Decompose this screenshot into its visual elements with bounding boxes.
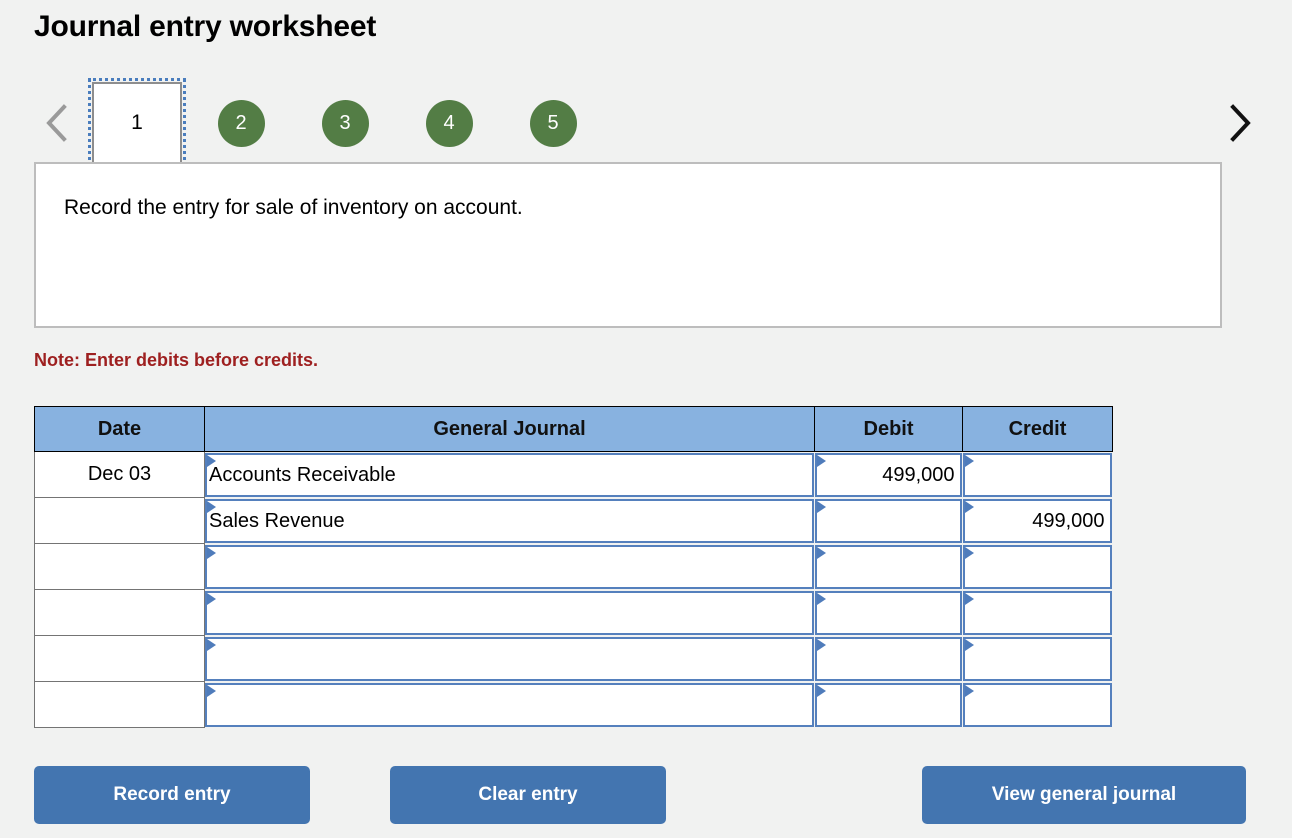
debit-cell[interactable] <box>814 635 963 682</box>
debit-cell[interactable] <box>814 681 963 728</box>
chevron-right-icon <box>1226 103 1252 143</box>
date-cell[interactable] <box>34 497 205 544</box>
dropdown-triangle-icon <box>207 638 216 651</box>
dropdown-triangle-icon <box>964 592 974 605</box>
dropdown-triangle-icon <box>816 684 826 697</box>
chevron-left-icon <box>44 103 70 143</box>
table-header-row: Date General Journal Debit Credit <box>34 406 1113 452</box>
credit-cell[interactable] <box>962 451 1113 498</box>
debit-cell[interactable] <box>814 497 963 544</box>
table-row: Sales Revenue 499,000 <box>34 497 1113 544</box>
dropdown-triangle-icon <box>207 546 216 559</box>
date-cell[interactable] <box>34 589 205 636</box>
debit-cell[interactable] <box>814 543 963 590</box>
account-cell[interactable] <box>204 681 815 728</box>
debit-value: 499,000 <box>882 463 955 486</box>
pager-tab-5-label: 5 <box>529 99 577 147</box>
dropdown-triangle-icon <box>816 500 826 513</box>
date-cell[interactable] <box>34 635 205 682</box>
column-header-general-journal: General Journal <box>204 406 815 452</box>
dropdown-triangle-icon <box>964 500 974 513</box>
credit-value: 499,000 <box>1032 509 1105 532</box>
dropdown-triangle-icon <box>816 638 826 651</box>
column-header-debit: Debit <box>814 406 963 452</box>
pager-tab-2-label: 2 <box>217 99 265 147</box>
dropdown-triangle-icon <box>816 546 826 559</box>
clear-entry-button[interactable]: Clear entry <box>390 766 666 824</box>
account-value: Sales Revenue <box>209 509 345 532</box>
record-entry-button[interactable]: Record entry <box>34 766 310 824</box>
column-header-credit: Credit <box>962 406 1113 452</box>
page-title: Journal entry worksheet <box>34 10 377 43</box>
pager-prev-button[interactable] <box>34 78 80 168</box>
dropdown-triangle-icon <box>207 500 216 513</box>
dropdown-triangle-icon <box>207 592 216 605</box>
pager-tab-1-label: 1 <box>88 78 186 168</box>
column-header-date: Date <box>34 406 205 452</box>
pager-tab-5[interactable]: 5 <box>508 78 598 168</box>
table-row <box>34 681 1113 728</box>
date-cell[interactable] <box>34 543 205 590</box>
debit-cell[interactable] <box>814 589 963 636</box>
instruction-panel: Record the entry for sale of inventory o… <box>34 162 1222 328</box>
pager-tab-1[interactable]: 1 <box>88 78 186 168</box>
account-value: Accounts Receivable <box>209 463 396 486</box>
account-cell[interactable] <box>204 635 815 682</box>
credit-cell[interactable]: 499,000 <box>962 497 1113 544</box>
pager-tab-2[interactable]: 2 <box>196 78 286 168</box>
debits-before-credits-note: Note: Enter debits before credits. <box>34 350 319 370</box>
pager-next-button[interactable] <box>1216 78 1262 168</box>
credit-cell[interactable] <box>962 543 1113 590</box>
account-cell[interactable]: Sales Revenue <box>204 497 815 544</box>
debit-cell[interactable]: 499,000 <box>814 451 963 498</box>
dropdown-triangle-icon <box>964 684 974 697</box>
date-cell[interactable]: Dec 03 <box>34 451 205 498</box>
dropdown-triangle-icon <box>816 455 826 467</box>
table-row <box>34 543 1113 590</box>
instruction-text: Record the entry for sale of inventory o… <box>64 196 523 219</box>
table-row <box>34 635 1113 682</box>
pager-tab-4-label: 4 <box>425 99 473 147</box>
view-general-journal-button[interactable]: View general journal <box>922 766 1246 824</box>
pager-tab-3[interactable]: 3 <box>300 78 390 168</box>
journal-entry-table: Date General Journal Debit Credit Dec 03… <box>34 406 1113 728</box>
date-cell[interactable] <box>34 681 205 728</box>
table-row: Dec 03 Accounts Receivable 499,000 <box>34 451 1113 498</box>
dropdown-triangle-icon <box>816 592 826 605</box>
pager-tab-3-label: 3 <box>321 99 369 147</box>
dropdown-triangle-icon <box>964 546 974 559</box>
dropdown-triangle-icon <box>964 638 974 651</box>
dropdown-triangle-icon <box>964 455 974 467</box>
dropdown-triangle-icon <box>207 455 216 467</box>
credit-cell[interactable] <box>962 681 1113 728</box>
account-cell[interactable] <box>204 589 815 636</box>
dropdown-triangle-icon <box>207 684 216 697</box>
account-cell[interactable]: Accounts Receivable <box>204 451 815 498</box>
table-row <box>34 589 1113 636</box>
credit-cell[interactable] <box>962 635 1113 682</box>
worksheet-pager: 1 2 3 4 5 <box>34 78 1258 168</box>
pager-tab-4[interactable]: 4 <box>404 78 494 168</box>
credit-cell[interactable] <box>962 589 1113 636</box>
account-cell[interactable] <box>204 543 815 590</box>
